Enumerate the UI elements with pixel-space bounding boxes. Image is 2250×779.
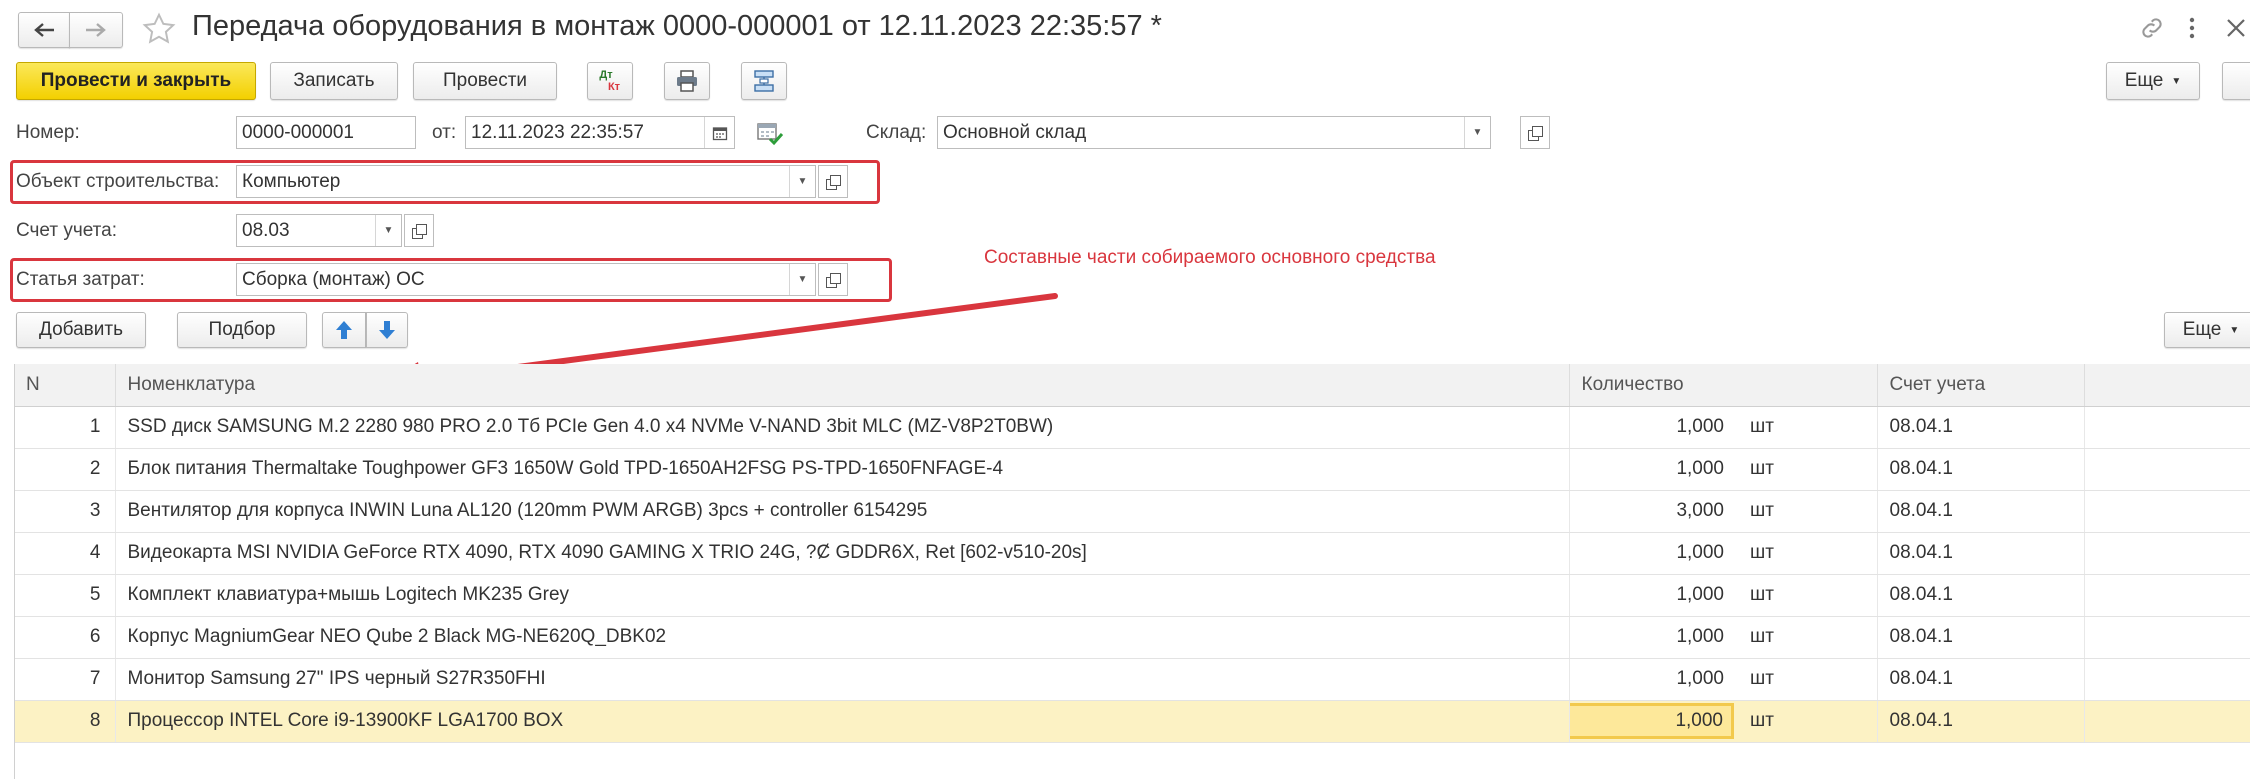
row-filler	[2084, 532, 2250, 575]
table-row[interactable]: 3 Вентилятор для корпуса INWIN Luna AL12…	[14, 490, 2250, 533]
row-nomenclature[interactable]: Видеокарта MSI NVIDIA GeForce RTX 4090, …	[115, 532, 1570, 575]
row-quantity[interactable]: 3,000	[1569, 490, 1736, 533]
row-unit: шт	[1736, 406, 1878, 449]
add-button[interactable]: Добавить	[16, 312, 146, 348]
move-up-button[interactable]	[322, 312, 366, 348]
table-row-selected[interactable]: 8 Процессор INTEL Core i9-13900KF LGA170…	[14, 700, 2250, 743]
row-filler	[2084, 658, 2250, 701]
row-nomenclature[interactable]: Монитор Samsung 27" IPS черный S27R350FH…	[115, 658, 1570, 701]
table-left-border	[14, 364, 15, 779]
row-number: 1	[14, 406, 116, 449]
row-number: 4	[14, 532, 116, 575]
row-nomenclature[interactable]: Корпус MagniumGear NEO Qube 2 Black MG-N…	[115, 616, 1570, 659]
row-filler	[2084, 448, 2250, 491]
row-account[interactable]: 08.04.1	[1877, 490, 2085, 533]
row-nomenclature[interactable]: Процессор INTEL Core i9-13900KF LGA1700 …	[115, 700, 1570, 743]
row-number: 6	[14, 616, 116, 659]
row-quantity-active[interactable]: 1,000	[1569, 703, 1734, 739]
row-quantity[interactable]: 1,000	[1569, 658, 1736, 701]
row-nomenclature[interactable]: Комплект клавиатура+мышь Logitech MK235 …	[115, 574, 1570, 617]
row-account[interactable]: 08.04.1	[1877, 532, 2085, 575]
row-number: 2	[14, 448, 116, 491]
more-label: Еще	[2182, 319, 2222, 340]
row-account[interactable]: 08.04.1	[1877, 700, 2085, 743]
row-account[interactable]: 08.04.1	[1877, 658, 2085, 701]
row-quantity[interactable]: 1,000	[1569, 448, 1736, 491]
row-account[interactable]: 08.04.1	[1877, 448, 2085, 491]
table-row[interactable]: 6 Корпус MagniumGear NEO Qube 2 Black MG…	[14, 616, 2250, 659]
more-button-table[interactable]: Еще ▼	[2164, 312, 2250, 348]
row-nomenclature[interactable]: Вентилятор для корпуса INWIN Luna AL120 …	[115, 490, 1570, 533]
column-header-quantity[interactable]: Количество	[1569, 364, 1878, 407]
chevron-down-icon: ▼	[2229, 324, 2240, 336]
row-quantity-cell[interactable]: 1,000	[1569, 700, 1736, 743]
row-unit: шт	[1736, 700, 1878, 743]
table-row[interactable]: 5 Комплект клавиатура+мышь Logitech MK23…	[14, 574, 2250, 617]
row-number: 5	[14, 574, 116, 617]
column-header-n[interactable]: N	[14, 364, 116, 407]
column-header-empty	[2084, 364, 2250, 407]
row-unit: шт	[1736, 574, 1878, 617]
row-number: 3	[14, 490, 116, 533]
arrow-up-icon	[336, 321, 352, 339]
row-nomenclature[interactable]: Блок питания Thermaltake Toughpower GF3 …	[115, 448, 1570, 491]
row-filler	[2084, 406, 2250, 449]
column-header-nomenclature[interactable]: Номенклатура	[115, 364, 1570, 407]
move-down-button[interactable]	[366, 312, 408, 348]
row-unit: шт	[1736, 658, 1878, 701]
pick-button[interactable]: Подбор	[177, 312, 307, 348]
row-filler	[2084, 616, 2250, 659]
row-unit: шт	[1736, 448, 1878, 491]
row-quantity[interactable]: 1,000	[1569, 616, 1736, 659]
row-quantity[interactable]: 1,000	[1569, 574, 1736, 617]
row-filler	[2084, 574, 2250, 617]
row-number: 7	[14, 658, 116, 701]
row-account[interactable]: 08.04.1	[1877, 574, 2085, 617]
row-number: 8	[14, 700, 116, 743]
table-header-row: N Номенклатура Количество Счет учета	[14, 364, 2250, 407]
row-account[interactable]: 08.04.1	[1877, 616, 2085, 659]
row-unit: шт	[1736, 532, 1878, 575]
row-unit: шт	[1736, 490, 1878, 533]
table-row[interactable]: 4 Видеокарта MSI NVIDIA GeForce RTX 4090…	[14, 532, 2250, 575]
arrow-down-icon	[379, 321, 395, 339]
row-quantity[interactable]: 1,000	[1569, 532, 1736, 575]
table-row[interactable]: 7 Монитор Samsung 27" IPS черный S27R350…	[14, 658, 2250, 701]
row-quantity[interactable]: 1,000	[1569, 406, 1736, 449]
row-nomenclature[interactable]: SSD диск SAMSUNG M.2 2280 980 PRO 2.0 Тб…	[115, 406, 1570, 449]
items-table: N Номенклатура Количество Счет учета 1 S…	[14, 364, 2250, 743]
row-filler	[2084, 490, 2250, 533]
table-row[interactable]: 2 Блок питания Thermaltake Toughpower GF…	[14, 448, 2250, 491]
row-filler	[2084, 700, 2250, 743]
row-account[interactable]: 08.04.1	[1877, 406, 2085, 449]
row-unit: шт	[1736, 616, 1878, 659]
column-header-account[interactable]: Счет учета	[1877, 364, 2085, 407]
table-row[interactable]: 1 SSD диск SAMSUNG M.2 2280 980 PRO 2.0 …	[14, 406, 2250, 449]
